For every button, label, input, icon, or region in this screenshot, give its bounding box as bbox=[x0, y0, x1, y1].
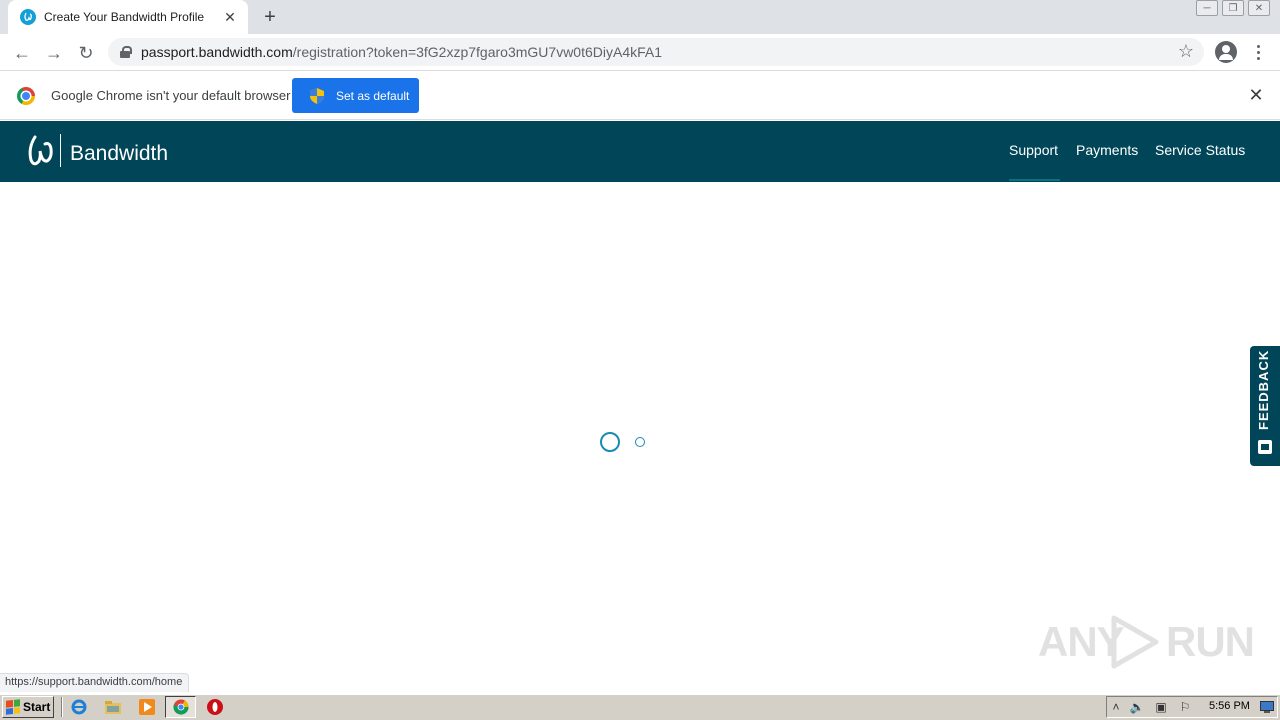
nav-service-status-link[interactable]: Service Status bbox=[1155, 142, 1245, 158]
new-tab-button[interactable]: + bbox=[258, 6, 282, 28]
brand-name[interactable]: Bandwidth bbox=[70, 142, 168, 166]
chrome-logo-icon bbox=[17, 87, 35, 105]
profile-avatar-icon[interactable] bbox=[1215, 41, 1237, 63]
taskbar-separator bbox=[61, 697, 63, 717]
feedback-label: FEEDBACK bbox=[1256, 349, 1271, 430]
url-host: passport.bandwidth.com bbox=[141, 44, 293, 60]
start-label: Start bbox=[23, 700, 51, 714]
uac-shield-icon bbox=[310, 87, 324, 104]
nav-payments-link[interactable]: Payments bbox=[1076, 142, 1138, 158]
infobar-message: Google Chrome isn't your default browser bbox=[51, 88, 291, 103]
folder-icon[interactable] bbox=[104, 698, 122, 716]
logo-divider bbox=[60, 134, 61, 167]
opera-icon[interactable] bbox=[206, 698, 224, 716]
anyrun-watermark: ANY RUN bbox=[1038, 610, 1255, 670]
bandwidth-logo-icon[interactable] bbox=[26, 134, 54, 168]
window-close-icon[interactable]: ✕ bbox=[1248, 0, 1270, 16]
set-as-default-button[interactable]: Set as default bbox=[292, 78, 419, 113]
action-center-flag-icon[interactable]: ⚐ bbox=[1178, 700, 1192, 714]
restore-icon[interactable]: ❐ bbox=[1222, 0, 1244, 16]
link-status-bubble: https://support.bandwidth.com/home bbox=[0, 673, 190, 692]
tab-close-icon[interactable]: ✕ bbox=[222, 9, 238, 25]
infobar-close-icon[interactable]: ✕ bbox=[1248, 85, 1264, 105]
url-path: /registration?token=3fG2xzp7fgaro3mGU7vw… bbox=[292, 44, 663, 60]
taskbar-clock[interactable]: 5:56 PM bbox=[1209, 700, 1250, 712]
tab-strip: Create Your Bandwidth Profile ✕ + ─ ❐ ✕ bbox=[0, 0, 1280, 34]
watermark-right-text: RUN bbox=[1166, 618, 1255, 665]
browser-toolbar: ← → ↻ passport.bandwidth.com/registratio… bbox=[0, 34, 1280, 71]
nav-support-link[interactable]: Support bbox=[1009, 142, 1058, 158]
show-desktop-icon[interactable] bbox=[1260, 700, 1274, 714]
bandwidth-favicon-icon bbox=[20, 9, 36, 25]
watermark-play-icon bbox=[1111, 615, 1159, 669]
windows-flag-icon bbox=[6, 699, 20, 715]
back-icon[interactable]: ← bbox=[9, 40, 35, 66]
reload-icon[interactable]: ↻ bbox=[73, 40, 99, 66]
chrome-icon[interactable] bbox=[172, 698, 190, 716]
lock-icon[interactable] bbox=[120, 46, 132, 58]
start-button[interactable]: Start bbox=[2, 696, 54, 718]
volume-icon[interactable]: 🔈 bbox=[1130, 700, 1145, 714]
forward-icon[interactable]: → bbox=[41, 40, 67, 66]
internet-explorer-icon[interactable] bbox=[70, 698, 88, 716]
address-bar[interactable]: passport.bandwidth.com/registration?toke… bbox=[108, 38, 1204, 66]
bookmark-star-icon[interactable]: ☆ bbox=[1178, 41, 1194, 62]
media-player-icon[interactable] bbox=[138, 698, 156, 716]
tray-expand-icon[interactable]: ˄ bbox=[1109, 700, 1123, 714]
feedback-icon bbox=[1258, 440, 1272, 454]
network-icon[interactable]: ▣ bbox=[1154, 700, 1168, 714]
minimize-icon[interactable]: ─ bbox=[1196, 0, 1218, 16]
chrome-menu-icon[interactable] bbox=[1250, 41, 1266, 63]
set-as-default-label: Set as default bbox=[336, 88, 410, 103]
window-controls: ─ ❐ ✕ bbox=[1196, 0, 1270, 18]
loading-spinner-dot-icon bbox=[635, 437, 645, 447]
loading-spinner-icon bbox=[600, 432, 620, 452]
active-nav-indicator bbox=[1009, 179, 1060, 181]
browser-tab[interactable]: Create Your Bandwidth Profile ✕ bbox=[8, 0, 248, 34]
tab-title: Create Your Bandwidth Profile bbox=[44, 10, 205, 24]
url-text: passport.bandwidth.com/registration?toke… bbox=[141, 44, 662, 60]
